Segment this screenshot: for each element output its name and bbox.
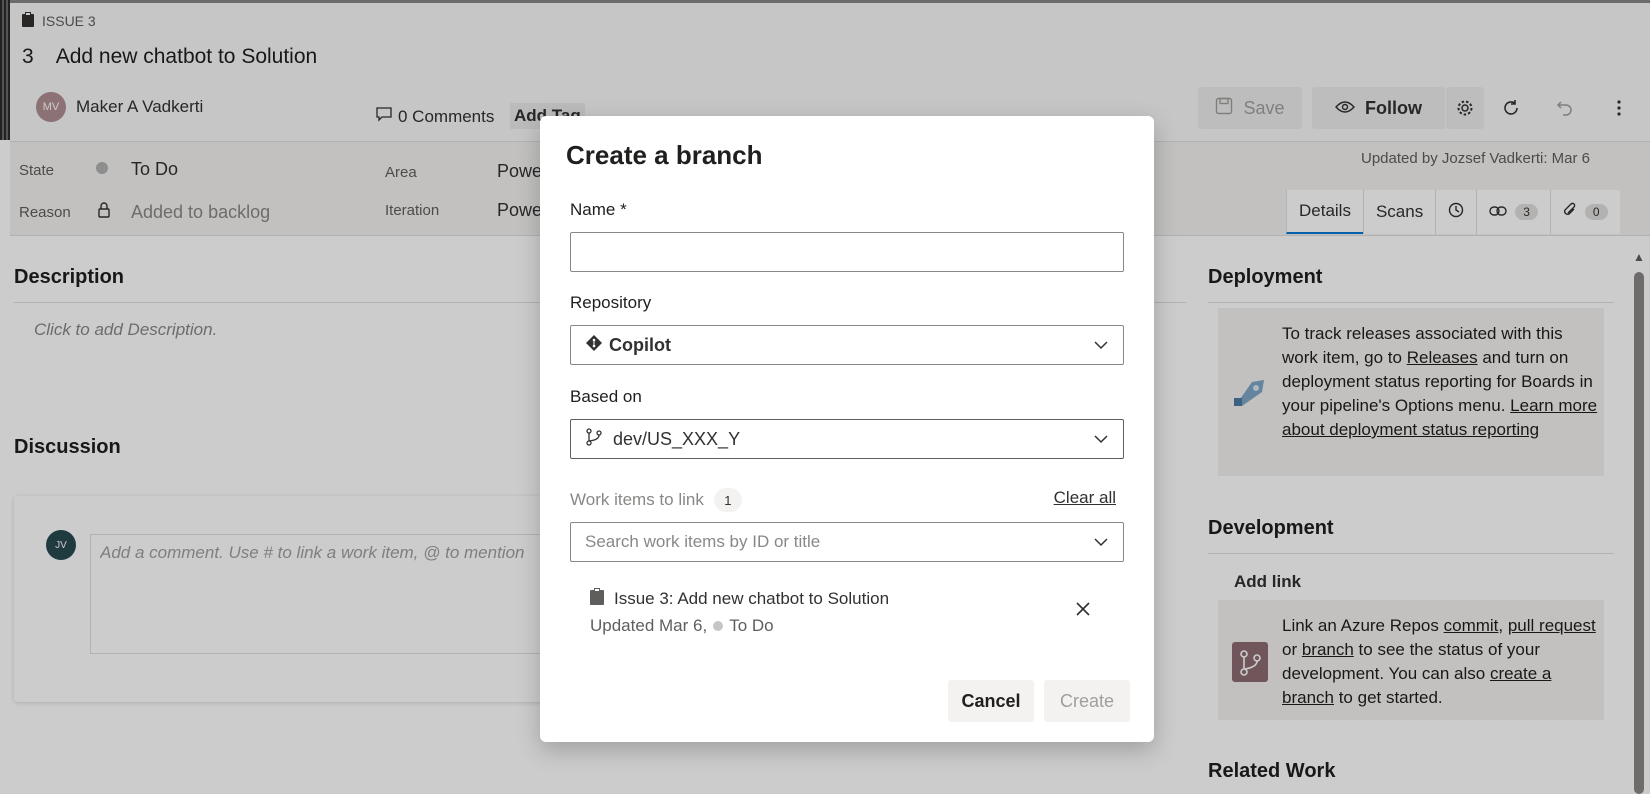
- work-item-search-input[interactable]: Search work items by ID or title: [570, 522, 1124, 562]
- repository-select[interactable]: Copilot: [570, 325, 1124, 365]
- branch-icon: [585, 427, 603, 451]
- chevron-down-icon: [1093, 431, 1109, 452]
- based-on-value: dev/US_XXX_Y: [613, 428, 741, 449]
- cancel-button[interactable]: Cancel: [948, 680, 1034, 722]
- work-items-label: Work items to link 1: [570, 488, 742, 512]
- repository-value: Copilot: [609, 334, 671, 355]
- name-label: Name *: [570, 200, 627, 219]
- chevron-down-icon: [1093, 534, 1109, 555]
- close-icon[interactable]: [1072, 598, 1094, 620]
- work-items-count: 1: [713, 488, 742, 512]
- create-branch-dialog: Create a branch Name * Repository Copilo…: [540, 116, 1154, 742]
- git-repo-icon: [585, 334, 603, 357]
- repository-label: Repository: [570, 293, 652, 312]
- clipboard-icon: [590, 588, 604, 610]
- search-placeholder: Search work items by ID or title: [585, 532, 821, 551]
- clear-all-link[interactable]: Clear all: [1054, 488, 1116, 508]
- state-dot: [713, 621, 724, 631]
- dialog-title: Create a branch: [566, 140, 763, 170]
- linked-work-item: Issue 3: Add new chatbot to Solution Upd…: [590, 588, 889, 636]
- based-on-label: Based on: [570, 387, 642, 406]
- based-on-select[interactable]: dev/US_XXX_Y: [570, 419, 1124, 459]
- work-items-label-text: Work items to link: [570, 490, 704, 509]
- linked-item-updated: Updated Mar 6,: [590, 616, 708, 635]
- chevron-down-icon: [1093, 337, 1109, 358]
- create-button[interactable]: Create: [1044, 680, 1130, 722]
- branch-name-field[interactable]: [570, 232, 1124, 272]
- linked-item-state: To Do: [729, 616, 774, 635]
- linked-item-title[interactable]: Issue 3: Add new chatbot to Solution: [614, 589, 889, 609]
